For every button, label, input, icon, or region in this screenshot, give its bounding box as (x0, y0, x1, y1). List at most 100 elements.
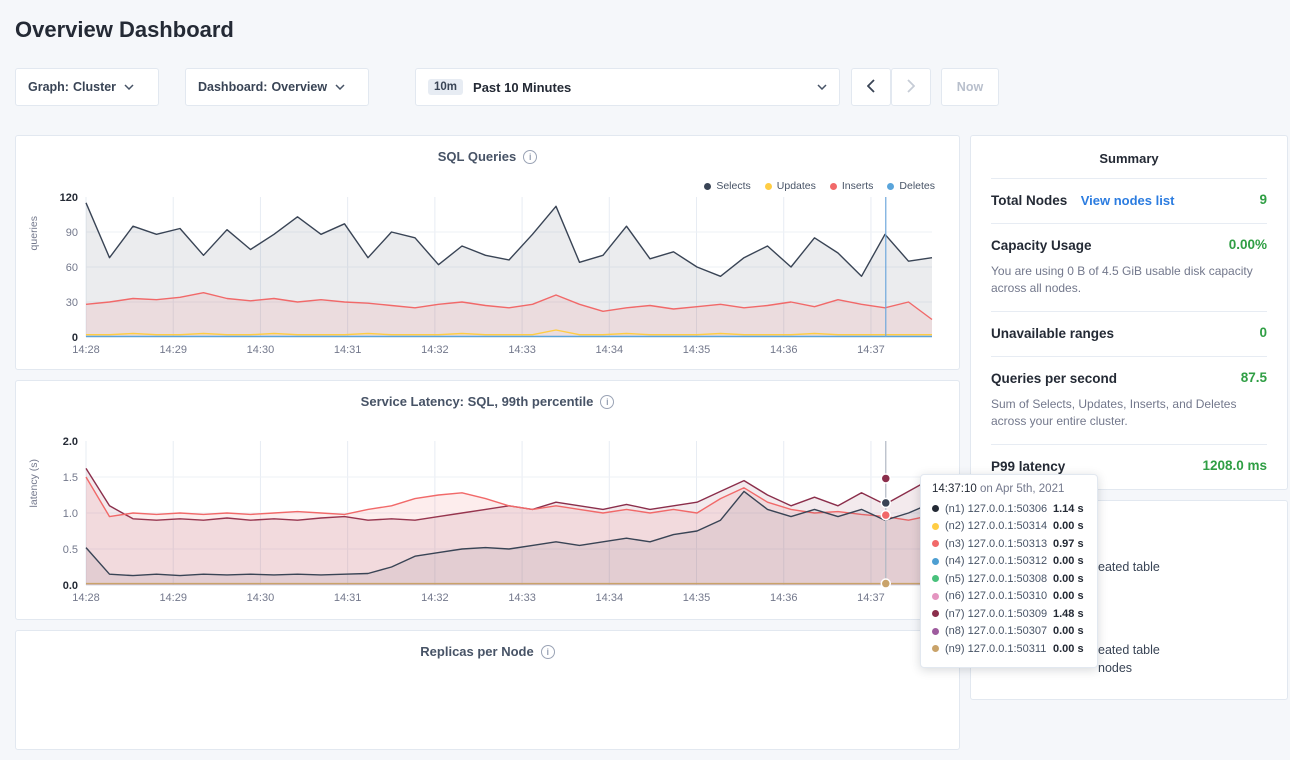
tooltip-node-latency: 0.00 s (1053, 555, 1084, 567)
chevron-down-icon (124, 84, 134, 90)
tooltip-node-row: (n6) 127.0.0.1:503100.00 s (932, 588, 1086, 606)
chevron-right-icon (907, 79, 915, 96)
qps-label: Queries per second (991, 371, 1117, 386)
tooltip-node-address: (n2) 127.0.0.1:50314 (945, 520, 1053, 532)
svg-text:14:34: 14:34 (596, 344, 624, 356)
capacity-usage-label: Capacity Usage (991, 238, 1092, 253)
tooltip-node-latency: 0.97 s (1053, 538, 1084, 550)
chart-title: Replicas per Node (420, 644, 533, 659)
node-color-dot-icon (932, 558, 939, 565)
svg-text:14:33: 14:33 (508, 344, 536, 356)
svg-text:30: 30 (66, 297, 78, 309)
chart-title: SQL Queries (438, 149, 517, 164)
svg-text:14:34: 14:34 (596, 592, 624, 604)
svg-text:0.5: 0.5 (63, 544, 78, 556)
tooltip-time: 14:37:10 (932, 483, 977, 495)
charts-column: SQL Queries i Selects Updates Inserts Delete… (15, 135, 960, 760)
tooltip-node-address: (n8) 127.0.0.1:50307 (945, 625, 1053, 637)
p99-latency-label: P99 latency (991, 459, 1065, 474)
svg-text:120: 120 (60, 192, 78, 204)
tooltip-node-row: (n7) 127.0.0.1:503091.48 s (932, 605, 1086, 623)
svg-text:14:32: 14:32 (421, 344, 449, 356)
legend-item-inserts[interactable]: Inserts (830, 180, 874, 192)
time-range-dropdown[interactable]: 10m Past 10 Minutes (415, 68, 840, 106)
info-icon[interactable]: i (600, 395, 614, 409)
tooltip-node-latency: 0.00 s (1053, 520, 1084, 532)
prev-range-button[interactable] (851, 68, 891, 106)
svg-text:14:29: 14:29 (159, 592, 187, 604)
svg-text:14:35: 14:35 (683, 344, 711, 356)
service-latency-chart-panel: Service Latency: SQL, 99th percentilei l… (15, 380, 960, 620)
view-nodes-list-link[interactable]: View nodes list (1081, 193, 1175, 208)
svg-text:1.5: 1.5 (63, 472, 78, 484)
tooltip-node-address: (n3) 127.0.0.1:50313 (945, 538, 1053, 550)
tooltip-node-latency: 1.14 s (1053, 503, 1084, 515)
tooltip-node-row: (n8) 127.0.0.1:503070.00 s (932, 623, 1086, 641)
tooltip-node-latency: 0.00 s (1053, 590, 1084, 602)
tooltip-node-address: (n5) 127.0.0.1:50308 (945, 573, 1053, 585)
graph-dropdown[interactable]: Graph: Cluster (15, 68, 159, 106)
tooltip-timestamp: 14:37:10 on Apr 5th, 2021 (932, 483, 1086, 495)
node-color-dot-icon (932, 505, 939, 512)
chart-legend: Selects Updates Inserts Deletes (704, 180, 935, 192)
chart-header: Replicas per Node i (16, 631, 959, 659)
tooltip-node-address: (n4) 127.0.0.1:50312 (945, 555, 1053, 567)
capacity-usage-description: You are using 0 B of 4.5 GiB usable disk… (991, 263, 1267, 298)
svg-text:14:29: 14:29 (159, 344, 187, 356)
tooltip-node-latency: 1.48 s (1053, 608, 1084, 620)
qps-value: 87.5 (1241, 370, 1267, 385)
summary-row-unavailable-ranges: Unavailable ranges 0 (991, 311, 1267, 356)
tooltip-node-latency: 0.00 s (1053, 625, 1084, 637)
node-color-dot-icon (932, 645, 939, 652)
page-title: Overview Dashboard (15, 15, 1290, 45)
tooltip-rows: (n1) 127.0.0.1:503061.14 s(n2) 127.0.0.1… (932, 500, 1086, 658)
svg-text:0.0: 0.0 (63, 580, 78, 592)
svg-text:60: 60 (66, 262, 78, 274)
legend-dot-icon (704, 183, 711, 190)
svg-text:1.0: 1.0 (63, 508, 78, 520)
chart-hover-tooltip: 14:37:10 on Apr 5th, 2021 (n1) 127.0.0.1… (920, 474, 1098, 668)
time-range-badge: 10m (428, 79, 463, 95)
graph-dropdown-value: Cluster (73, 80, 116, 94)
toolbar: Graph: Cluster Dashboard: Overview 10m P… (15, 68, 1275, 106)
chart-header: SQL Queries i (16, 136, 959, 164)
replicas-per-node-chart-panel: Replicas per Node i (15, 630, 960, 750)
now-button[interactable]: Now (941, 68, 999, 106)
tooltip-node-address: (n6) 127.0.0.1:50310 (945, 590, 1053, 602)
dashboard-dropdown-label: Dashboard: (198, 80, 267, 94)
tooltip-node-row: (n4) 127.0.0.1:503120.00 s (932, 553, 1086, 571)
sql-queries-chart-panel: SQL Queries i Selects Updates Inserts Delete… (15, 135, 960, 370)
svg-text:90: 90 (66, 227, 78, 239)
info-icon[interactable]: i (523, 150, 537, 164)
svg-text:0: 0 (72, 332, 78, 344)
svg-text:2.0: 2.0 (63, 436, 78, 448)
tooltip-node-row: (n9) 127.0.0.1:503110.00 s (932, 640, 1086, 658)
next-range-button[interactable] (891, 68, 931, 106)
legend-item-updates[interactable]: Updates (765, 180, 816, 192)
svg-text:14:35: 14:35 (683, 592, 711, 604)
chart-header: Service Latency: SQL, 99th percentilei (16, 381, 959, 409)
legend-item-deletes[interactable]: Deletes (887, 180, 935, 192)
graph-dropdown-label: Graph: (28, 80, 69, 94)
tooltip-node-row: (n5) 127.0.0.1:503080.00 s (932, 570, 1086, 588)
node-color-dot-icon (932, 593, 939, 600)
tooltip-node-address: (n9) 127.0.0.1:50311 (945, 643, 1053, 655)
summary-row-qps: Queries per second 87.5 Sum of Selects, … (991, 356, 1267, 444)
chevron-left-icon (867, 79, 875, 96)
service-latency-chart-canvas[interactable]: 14:2814:2914:3014:3114:3214:3314:3414:35… (31, 435, 944, 607)
y-axis-label: latency (s) (28, 459, 40, 507)
sql-queries-chart-canvas[interactable]: 14:2814:2914:3014:3114:3214:3314:3414:35… (31, 191, 944, 359)
dashboard-dropdown[interactable]: Dashboard: Overview (185, 68, 369, 106)
tooltip-node-address: (n7) 127.0.0.1:50309 (945, 608, 1053, 620)
svg-text:14:28: 14:28 (72, 344, 100, 356)
info-icon[interactable]: i (541, 645, 555, 659)
summary-row-total-nodes: Total Nodes View nodes list 9 (991, 178, 1267, 223)
node-color-dot-icon (932, 610, 939, 617)
node-color-dot-icon (932, 540, 939, 547)
svg-text:14:37: 14:37 (857, 592, 885, 604)
tooltip-node-latency: 0.00 s (1053, 643, 1084, 655)
svg-text:14:33: 14:33 (508, 592, 536, 604)
legend-item-selects[interactable]: Selects (704, 180, 750, 192)
summary-panel: Summary Total Nodes View nodes list 9 Ca… (970, 135, 1288, 490)
y-axis-label: queries (28, 216, 40, 250)
